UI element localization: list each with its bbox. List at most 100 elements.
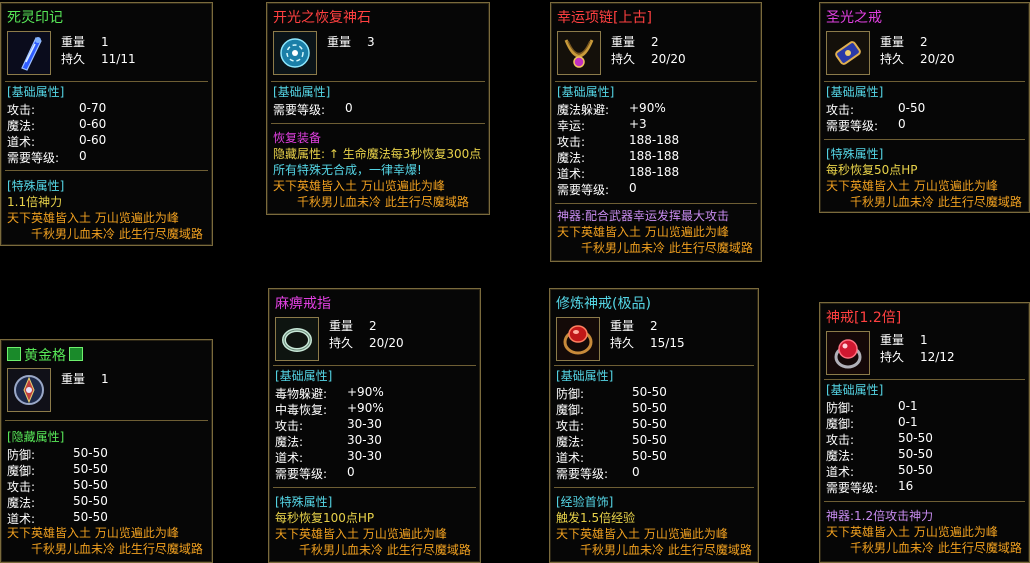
durability-row: 持久 20/20 (329, 336, 404, 350)
stat-row: 中毒恢复: +90% (275, 401, 384, 417)
verse-line-1: 天下英雄皆入土 万山览遍此为峰 (273, 179, 445, 193)
stat-row: 需要等级: 0 (7, 149, 87, 165)
divider (273, 365, 476, 366)
stat-row: 毒物躲避: +90% (275, 385, 384, 401)
stat-row: 魔御: 50-50 (556, 401, 667, 417)
red-gem-ring-icon (556, 317, 600, 361)
item-title: 黄金格 (7, 345, 83, 365)
divider (5, 420, 208, 421)
stat-row: 道术: 50-50 (7, 510, 108, 526)
weight-row: 重量 1 (61, 372, 109, 386)
verse-line-1: 天下英雄皆入土 万山览遍此为峰 (826, 525, 998, 539)
divider (555, 203, 757, 204)
weight-row: 重量 1 (61, 35, 109, 49)
silver-ring-icon (275, 317, 319, 361)
stat-row: 道术: 30-30 (275, 449, 382, 465)
weight-row: 重量 2 (880, 35, 928, 49)
artifact-attr: 神器:配合武器幸运发挥最大攻击 (557, 209, 730, 223)
verse-line-2: 千秋男儿血未冷 此生行尽魔域路 (31, 227, 203, 241)
item-tooltip-shengguang: 圣光之戒 重量 2 持久 20/20 [基础属性] 攻击: 0-50 需要等级: 0 [… (819, 2, 1030, 213)
stat-row: 攻击: 188-188 (557, 133, 680, 149)
divider (271, 81, 485, 82)
stat-row: 攻击: 50-50 (556, 417, 667, 433)
verse-line-2: 千秋男儿血未冷 此生行尽魔域路 (850, 195, 1022, 209)
stat-row: 道术: 0-60 (7, 133, 107, 149)
item-tooltip-xingyun: 幸运项链[上古] 重量 2 持久 20/20 [基础属性] 魔法躲避: +90% 幸运… (550, 2, 762, 262)
badge-icon (7, 347, 21, 361)
item-title: 幸运项链[上古] (557, 10, 652, 26)
stat-row: 魔法: 50-50 (556, 433, 667, 449)
item-tooltip-huangjin: 黄金格 重量 1 [隐藏属性] 防御: 50-50 魔御: 50-50 攻击: 50-5… (0, 339, 213, 563)
durability-row: 持久 20/20 (880, 52, 955, 66)
special-attr: 每秒恢复100点HP (275, 511, 375, 525)
note-line: 所有特殊无合成，一律幸爆! (273, 163, 422, 177)
stat-row: 魔御: 0-1 (826, 415, 918, 431)
verse-line-2: 千秋男儿血未冷 此生行尽魔域路 (850, 541, 1022, 555)
stat-row: 魔御: 50-50 (7, 462, 108, 478)
divider (554, 487, 754, 488)
divider (5, 81, 208, 82)
item-title: 开光之恢复神石 (273, 10, 371, 26)
blue-orb-icon (273, 31, 317, 75)
section-basic: [基础属性] (7, 85, 65, 99)
verse-line-1: 天下英雄皆入土 万山览遍此为峰 (7, 526, 179, 540)
stat-row: 需要等级: 0 (557, 181, 637, 197)
stat-row: 魔法: 0-60 (7, 117, 107, 133)
weight-row: 重量 2 (611, 35, 659, 49)
gold-shield-icon (7, 368, 51, 412)
stat-row: 魔法: 50-50 (826, 447, 933, 463)
badge-icon (69, 347, 83, 361)
necklace-icon (557, 31, 601, 75)
durability-row: 持久 11/11 (61, 52, 136, 66)
divider (273, 487, 476, 488)
verse-line-2: 千秋男儿血未冷 此生行尽魔域路 (31, 542, 203, 556)
weight-row: 重量 2 (610, 319, 658, 333)
stat-row: 攻击: 50-50 (826, 431, 933, 447)
item-tooltip-kaiguang: 开光之恢复神石 重量 3 [基础属性] 需要等级: 0 恢复装备 隐藏属性: ↑ 生… (266, 2, 490, 215)
stat-row: 道术: 50-50 (556, 449, 667, 465)
section-basic: [基础属性] (556, 369, 614, 383)
divider (555, 81, 757, 82)
section-basic: [基础属性] (826, 85, 884, 99)
durability-row: 持久 12/12 (880, 350, 955, 364)
section-special: [特殊属性] (275, 495, 333, 509)
scroll-ring-icon (826, 31, 870, 75)
stat-row: 魔法躲避: +90% (557, 101, 666, 117)
stat-row: 防御: 0-1 (826, 399, 918, 415)
item-tooltip-mobi: 麻痹戒指 重量 2 持久 20/20 [基础属性] 毒物躲避: +90% 中毒恢复: +… (268, 288, 481, 563)
stat-row: 攻击: 0-70 (7, 101, 107, 117)
stat-row: 需要等级: 0 (556, 465, 640, 481)
stat-row: 防御: 50-50 (556, 385, 667, 401)
special-attr: 触发1.5倍经验 (556, 511, 636, 525)
section-exp: [经验首饰] (556, 495, 614, 509)
stat-row: 攻击: 30-30 (275, 417, 382, 433)
stat-row: 魔法: 30-30 (275, 433, 382, 449)
blue-seal-icon (7, 31, 51, 75)
verse-line-2: 千秋男儿血未冷 此生行尽魔域路 (581, 241, 753, 255)
verse-line-2: 千秋男儿血未冷 此生行尽魔域路 (297, 195, 469, 209)
divider (271, 123, 485, 124)
divider (824, 379, 1025, 380)
section-basic: [基础属性] (275, 369, 333, 383)
divider (824, 81, 1025, 82)
stat-row: 攻击: 0-50 (826, 101, 926, 117)
item-title: 麻痹戒指 (275, 296, 331, 312)
section-hidden: [隐藏属性] (7, 430, 65, 444)
divider (824, 139, 1025, 140)
durability-row: 持久 15/15 (610, 336, 685, 350)
durability-row: 持久 20/20 (611, 52, 686, 66)
item-title: 圣光之戒 (826, 10, 882, 26)
item-title: 死灵印记 (7, 10, 63, 26)
stat-row: 需要等级: 0 (275, 465, 355, 481)
item-tooltip-xiulian: 修炼神戒(极品) 重量 2 持久 15/15 [基础属性] 防御: 50-50 魔御:… (549, 288, 759, 563)
verse-line-1: 天下英雄皆入土 万山览遍此为峰 (826, 179, 998, 193)
verse-line-1: 天下英雄皆入土 万山览遍此为峰 (556, 527, 728, 541)
section-basic: [基础属性] (826, 383, 884, 397)
stat-row: 道术: 50-50 (826, 463, 933, 479)
ruby-ring-icon (826, 331, 870, 375)
stat-row: 攻击: 50-50 (7, 478, 108, 494)
artifact-attr: 神器:1.2倍攻击神力 (826, 509, 934, 523)
section-restore: 恢复装备 (273, 131, 322, 145)
verse-line-2: 千秋男儿血未冷 此生行尽魔域路 (299, 543, 471, 557)
section-basic: [基础属性] (557, 85, 615, 99)
